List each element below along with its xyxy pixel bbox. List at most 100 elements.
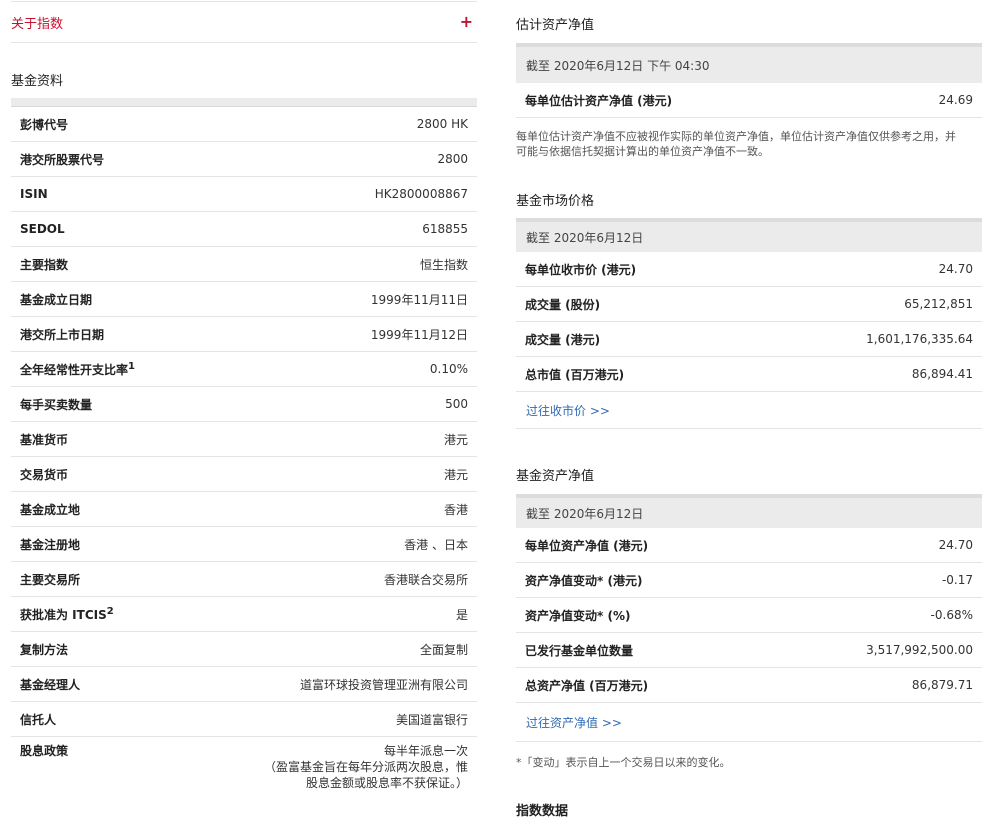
row-label-text: 交易货币 <box>20 467 69 482</box>
row-value: 恒生指数 <box>185 246 477 282</box>
row-value: 香港 、日本 <box>185 526 477 562</box>
row-label: 资产净值变动* (港元) <box>516 562 764 598</box>
nav-note: *「变动」表示自上一个交易日以来的变化。 <box>516 756 731 769</box>
row-value: 全面复制 <box>185 631 477 667</box>
row-label: 成交量 (股份) <box>516 286 753 322</box>
table-row: 基金成立地 香港 <box>11 491 477 527</box>
row-value: 香港 <box>185 491 477 527</box>
row-value: 86,879.71 <box>763 667 982 703</box>
nav-title: 基金资产净值 <box>516 469 595 484</box>
row-value: 港元 <box>185 456 477 492</box>
row-value: 1999年11月11日 <box>185 281 477 317</box>
row-label-text: 主要指数 <box>20 257 69 272</box>
dividend-line1: 每半年派息一次 <box>383 744 468 758</box>
table-row: 主要交易所 香港联合交易所 <box>11 561 477 597</box>
footnote-marker[interactable]: 1 <box>128 361 135 372</box>
table-row: 获批准为 ITCIS2 是 <box>11 596 477 632</box>
row-label-text: 总市值 (百万港元) <box>525 367 625 382</box>
row-label-text: 资产净值变动* (%) <box>525 608 631 623</box>
market-price-table: 每单位收市价 (港元) 24.70 成交量 (股份) 65,212,851 成交量 (港… <box>516 252 982 392</box>
table-row: 全年经常性开支比率1 0.10% <box>11 351 477 387</box>
row-label: 主要指数 <box>11 246 186 282</box>
row-label-text: 每单位资产净值 (港元) <box>525 538 649 553</box>
row-label-text: 每手买卖数量 <box>20 397 93 412</box>
row-label-text: 每单位收市价 (港元) <box>525 262 637 277</box>
row-label-text: ISIN <box>20 187 48 201</box>
table-row: 复制方法 全面复制 <box>11 631 477 667</box>
row-label: SEDOL <box>11 211 186 247</box>
table-row: 已发行基金单位数量 3,517,992,500.00 <box>516 632 982 668</box>
row-label: 资产净值变动* (%) <box>516 597 764 633</box>
row-label: 总资产净值 (百万港元) <box>516 667 764 703</box>
row-label: 基金注册地 <box>11 526 186 562</box>
past-nav-link[interactable]: 过往资产净值 >> <box>516 703 982 742</box>
about-index-label: 关于指数 <box>11 16 64 32</box>
row-label: 基金成立日期 <box>11 281 186 317</box>
row-value: 港元 <box>185 421 477 457</box>
row-label: 港交所上市日期 <box>11 316 186 352</box>
table-row: 每单位估计资产净值 (港元) 24.69 <box>516 83 982 118</box>
footnote-marker[interactable]: 2 <box>107 606 114 617</box>
row-label-text: 总资产净值 (百万港元) <box>525 678 649 693</box>
row-label: 全年经常性开支比率1 <box>11 351 186 387</box>
row-label-text: 基金注册地 <box>20 537 81 552</box>
table-row: 港交所上市日期 1999年11月12日 <box>11 316 477 352</box>
nav-date: 截至 2020年6月12日 <box>516 494 982 528</box>
table-row: 每手买卖数量 500 <box>11 386 477 422</box>
row-value: 是 <box>185 596 477 632</box>
row-value: 500 <box>185 386 477 422</box>
table-row: 资产净值变动* (%) -0.68% <box>516 597 982 633</box>
row-label-text: 复制方法 <box>20 642 69 657</box>
row-value: 1,601,176,335.64 <box>752 321 982 357</box>
row-label: 每单位资产净值 (港元) <box>516 528 764 563</box>
row-label-text: 港交所股票代号 <box>20 152 105 167</box>
row-label: 获批准为 ITCIS2 <box>11 596 186 632</box>
row-value: 24.69 <box>869 83 982 118</box>
table-row: SEDOL 618855 <box>11 211 477 247</box>
row-label: 彭博代号 <box>11 107 186 142</box>
fund-info-title: 基金资料 <box>11 74 64 89</box>
row-label: 港交所股票代号 <box>11 141 186 177</box>
index-data-title: 指数数据 <box>516 804 569 819</box>
row-label: 已发行基金单位数量 <box>516 632 764 668</box>
table-row: 每单位收市价 (港元) 24.70 <box>516 252 982 287</box>
plus-icon[interactable]: + <box>460 14 473 30</box>
dividend-line3: 股息金额或股息率不获保证。） <box>305 776 468 790</box>
row-label-text: 全年经常性开支比率 <box>20 362 129 377</box>
est-nav-note: 每单位估计资产净值不应被视作实际的单位资产净值，单位估计资产净值仅供参考之用，并… <box>516 130 956 158</box>
row-value: -0.68% <box>763 597 982 633</box>
row-label-text: 资产净值变动* (港元) <box>525 573 643 588</box>
fund-info-column: 关于指数 + 基金资料 彭博代号 2800 HK 港交所股票代号 2800 ISIN HK… <box>11 0 477 790</box>
market-price-date: 截至 2020年6月12日 <box>516 218 982 252</box>
row-label-text: 基金成立地 <box>20 502 81 517</box>
row-label-text: 彭博代号 <box>20 117 69 132</box>
row-label-text: 主要交易所 <box>20 572 81 587</box>
row-label-text: 基准货币 <box>20 432 69 447</box>
row-label-text: 每单位估计资产净值 (港元) <box>525 93 673 108</box>
table-row: 成交量 (股份) 65,212,851 <box>516 286 982 322</box>
est-nav-title: 估计资产净值 <box>516 18 595 33</box>
row-label: 基金成立地 <box>11 491 186 527</box>
about-index-toggle[interactable]: 关于指数 + <box>11 1 477 43</box>
row-value: 0.10% <box>185 351 477 387</box>
est-nav-date: 截至 2020年6月12日 下午 04:30 <box>516 43 982 83</box>
row-label: 股息政策 <box>20 744 69 758</box>
row-value: 618855 <box>185 211 477 247</box>
row-label-text: 信托人 <box>20 712 57 727</box>
est-nav-table: 每单位估计资产净值 (港元) 24.69 <box>516 83 982 118</box>
table-row: 资产净值变动* (港元) -0.17 <box>516 562 982 598</box>
row-label: 每单位收市价 (港元) <box>516 252 753 287</box>
row-label-text: 成交量 (港元) <box>525 332 601 347</box>
row-value: 2800 <box>185 141 477 177</box>
row-value: 24.70 <box>763 528 982 563</box>
table-row: 信托人 美国道富银行 <box>11 701 477 737</box>
row-value: 香港联合交易所 <box>185 561 477 597</box>
row-label: 每手买卖数量 <box>11 386 186 422</box>
table-row: 港交所股票代号 2800 <box>11 141 477 177</box>
row-label: 主要交易所 <box>11 561 186 597</box>
table-row: 总资产净值 (百万港元) 86,879.71 <box>516 667 982 703</box>
past-closing-price-link[interactable]: 过往收市价 >> <box>516 392 982 429</box>
row-label-text: 获批准为 ITCIS <box>20 607 107 622</box>
table-row: 每单位资产净值 (港元) 24.70 <box>516 528 982 563</box>
table-row: ISIN HK2800008867 <box>11 176 477 212</box>
